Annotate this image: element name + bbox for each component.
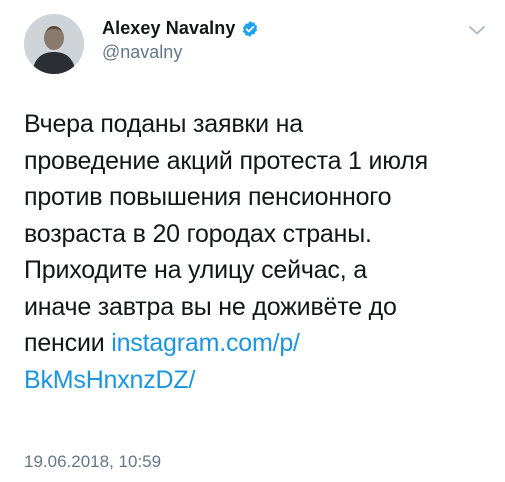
chevron-down-icon[interactable] xyxy=(465,18,489,42)
avatar[interactable] xyxy=(24,14,84,74)
author-name[interactable]: Alexey Navalny xyxy=(102,18,235,39)
tweet-text-line: проведение акций протеста 1 июля xyxy=(24,146,428,175)
tweet-link-continued[interactable]: BkMsHnxnzDZ/ xyxy=(24,366,195,394)
tweet-timestamp[interactable]: 19.06.2018, 10:59 xyxy=(24,452,161,472)
name-row: Alexey Navalny xyxy=(102,18,259,39)
tweet-text-line: пенсии instagram.com/p/ xyxy=(24,325,494,362)
tweet-text: Вчера поданы заявки на проведение акций … xyxy=(24,106,494,398)
tweet-text-line: против повышения пенсионного xyxy=(24,183,392,211)
tweet-text-line: Вчера поданы заявки на xyxy=(24,110,303,138)
tweet-text-line: возраста в 20 городах страны. xyxy=(24,219,372,248)
tweet-text-fragment: пенсии xyxy=(24,329,112,357)
verified-badge-icon xyxy=(241,20,259,38)
tweet-text-line: Приходите на улицу сейчас, а xyxy=(24,256,367,284)
tweet-card: Alexey Navalny @navalny Вчера поданы зая… xyxy=(0,0,505,482)
tweet-text-line: иначе завтра вы не доживёте до xyxy=(24,292,397,321)
tweet-header: Alexey Navalny @navalny xyxy=(102,18,259,63)
tweet-text-line: BkMsHnxnzDZ/ xyxy=(24,362,494,399)
tweet-link[interactable]: instagram.com/p/ xyxy=(111,329,300,357)
author-handle[interactable]: @navalny xyxy=(102,42,259,63)
